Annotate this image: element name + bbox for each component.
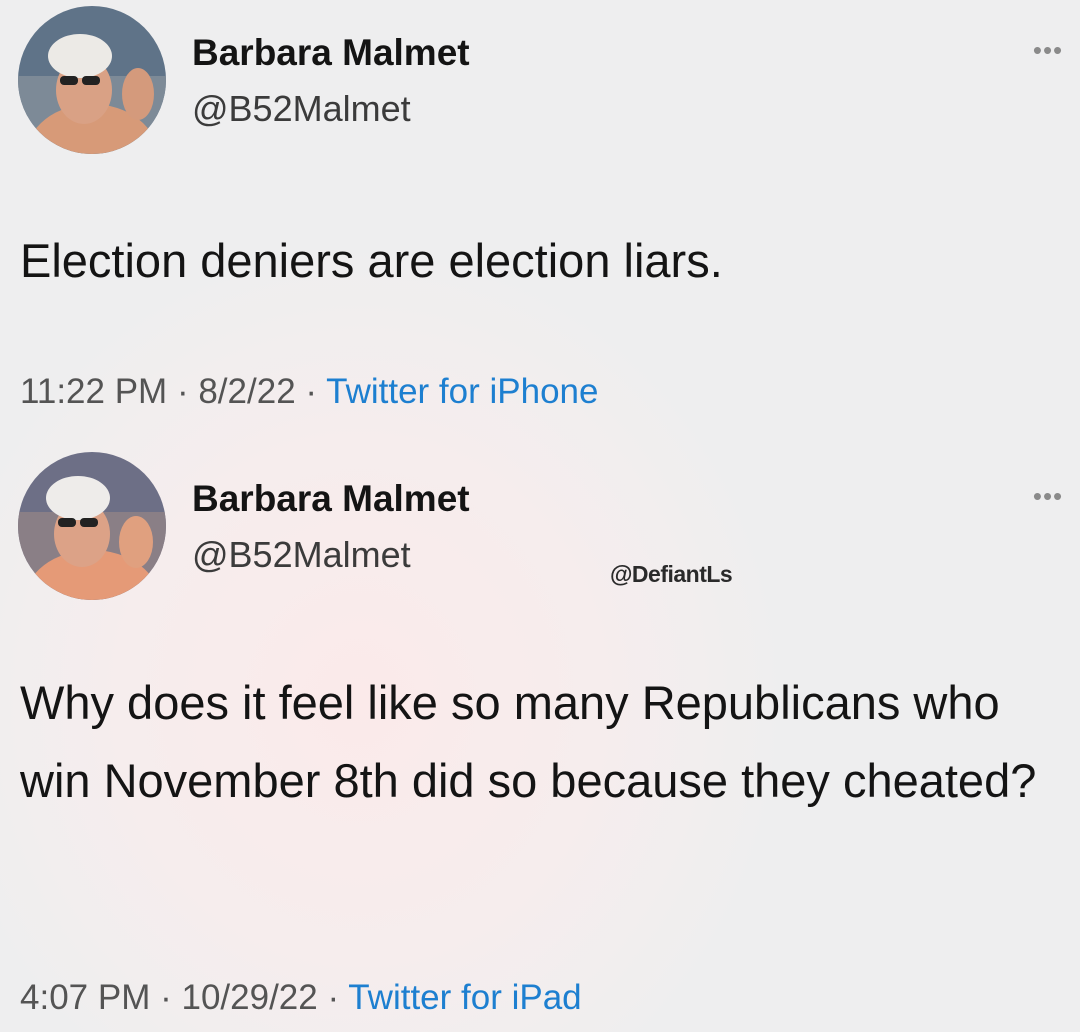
- tweet-card[interactable]: Barbara Malmet @B52Malmet ••• Election d…: [0, 0, 1080, 440]
- watermark: @DefiantLs: [610, 561, 733, 587]
- meta-separator: ·: [327, 978, 340, 1017]
- tweet-time[interactable]: 4:07 PM: [20, 978, 150, 1017]
- meta-separator: ·: [160, 978, 172, 1017]
- avatar[interactable]: [18, 6, 166, 154]
- tweet-meta: 11:22 PM · 8/2/22 · Twitter for iPhone: [20, 372, 598, 412]
- avatar[interactable]: [18, 452, 166, 600]
- tweet-date[interactable]: 10/29/22: [181, 978, 317, 1017]
- meta-separator: ·: [176, 372, 189, 411]
- tweet-source-link[interactable]: Twitter for iPad: [348, 978, 581, 1017]
- tweet-meta: 4:07 PM · 10/29/22 · Twitter for iPad: [20, 978, 582, 1018]
- tweet-text: Election deniers are election liars.: [20, 234, 723, 287]
- tweet-date[interactable]: 8/2/22: [198, 372, 295, 411]
- more-horizontal-icon[interactable]: •••: [1026, 483, 1070, 509]
- author-name[interactable]: Barbara Malmet: [192, 478, 470, 520]
- author-name[interactable]: Barbara Malmet: [192, 32, 470, 74]
- author-handle[interactable]: @B52Malmet: [192, 534, 411, 576]
- tweet-text: Why does it feel like so many Republican…: [20, 676, 1037, 807]
- tweet-source-link[interactable]: Twitter for iPhone: [326, 372, 598, 411]
- more-horizontal-icon[interactable]: •••: [1026, 37, 1070, 63]
- tweet-card[interactable]: Barbara Malmet @B52Malmet ••• Why does i…: [0, 440, 1080, 1032]
- avatar-photo: [18, 452, 166, 600]
- avatar-photo: [18, 6, 166, 154]
- author-handle[interactable]: @B52Malmet: [192, 88, 411, 130]
- tweet-time[interactable]: 11:22 PM: [20, 372, 167, 411]
- meta-separator: ·: [305, 372, 318, 411]
